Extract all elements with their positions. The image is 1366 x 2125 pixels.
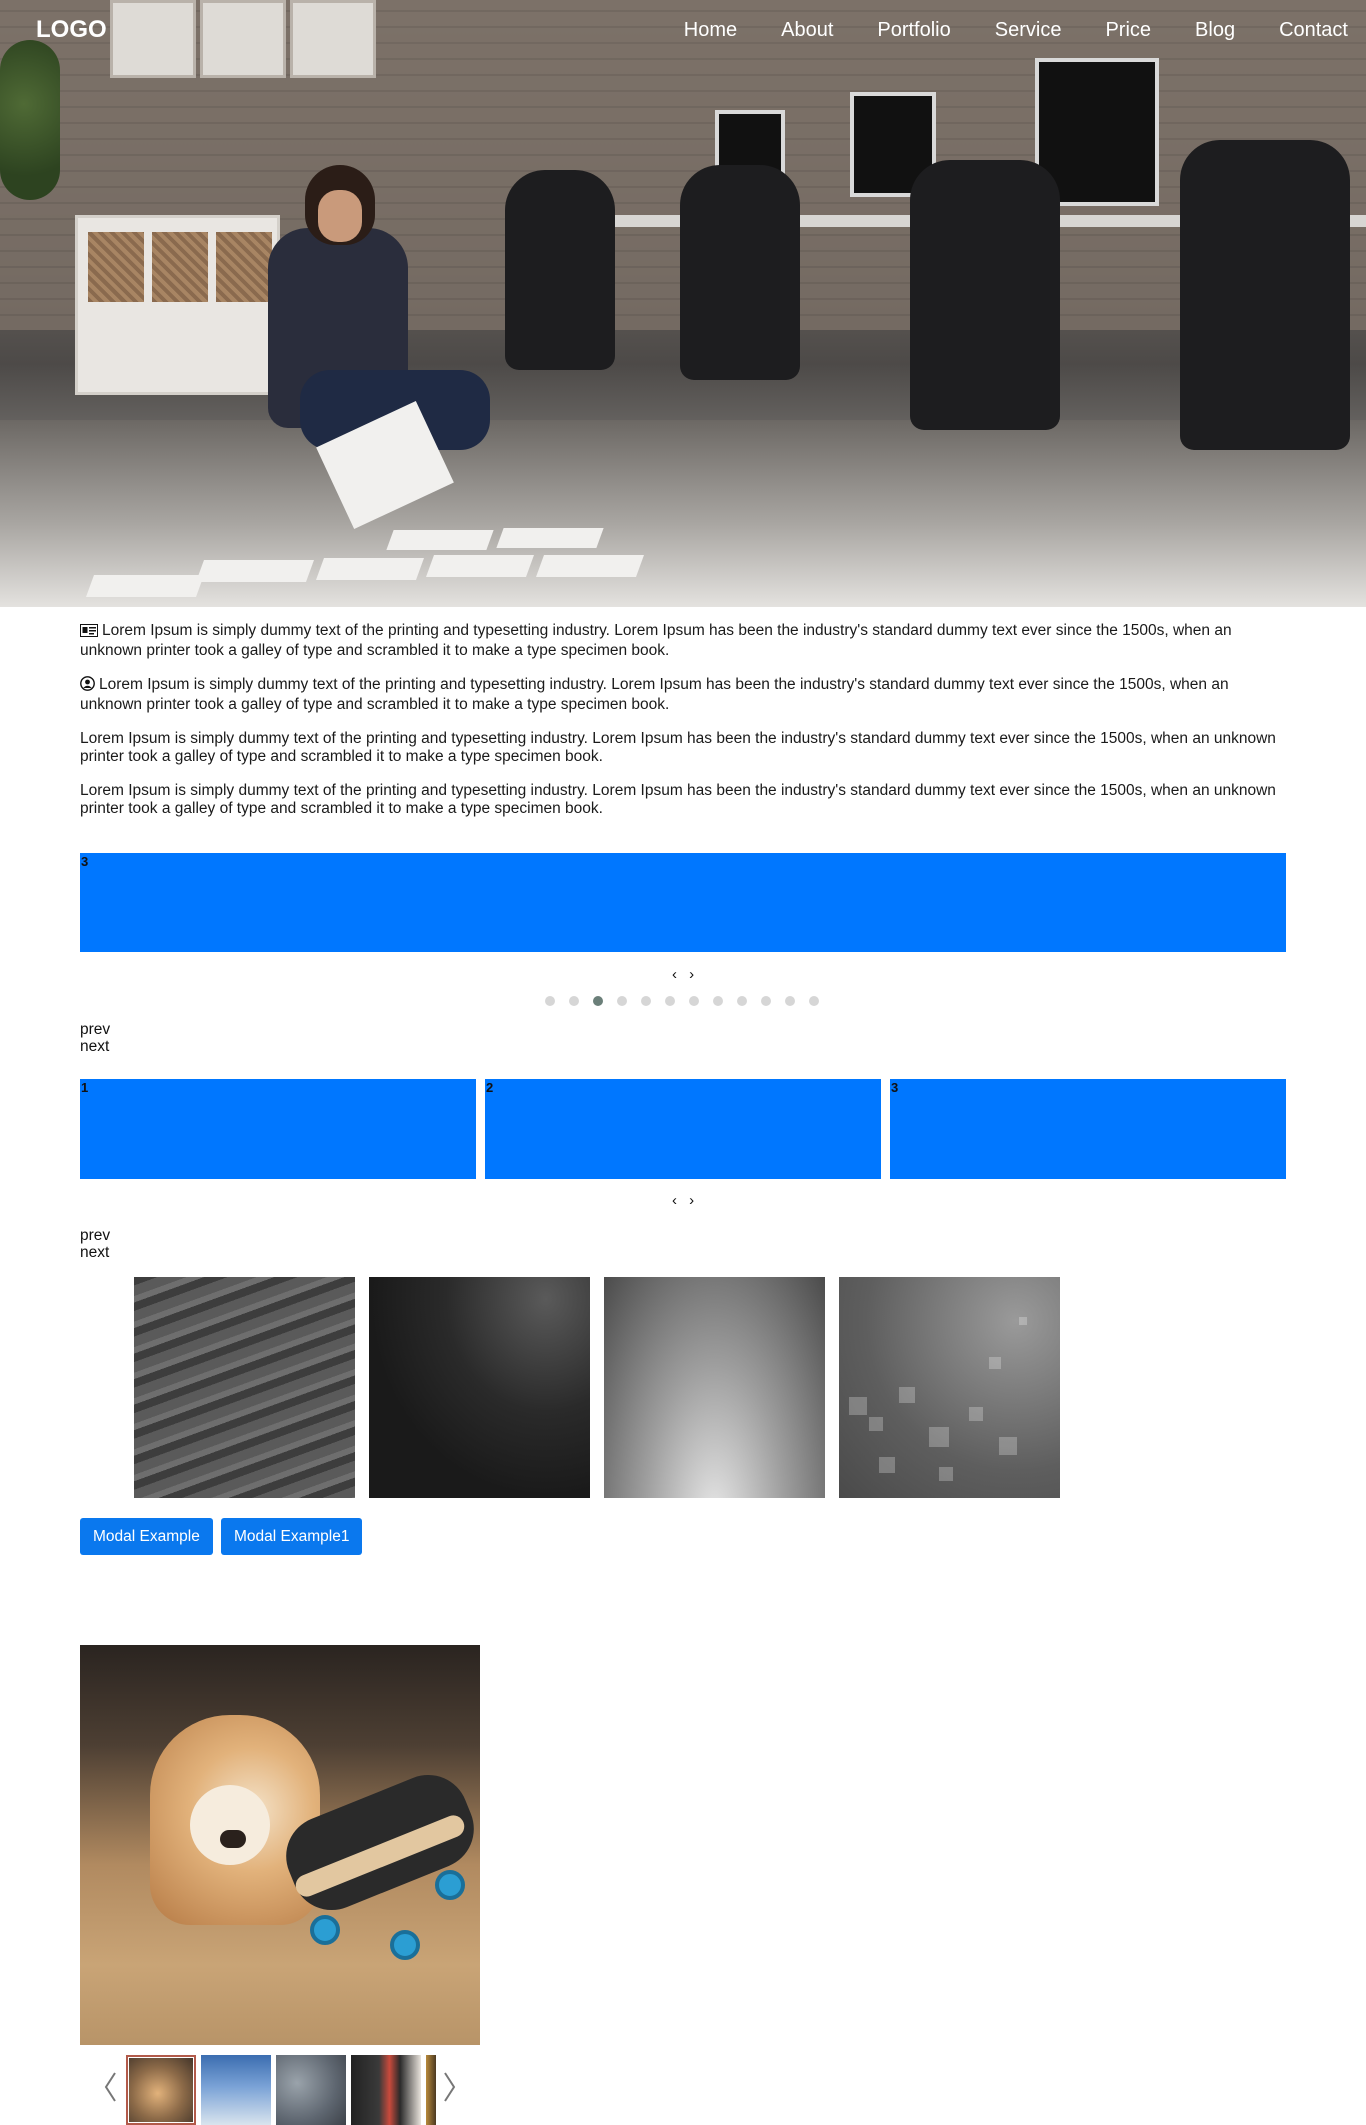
gallery-image[interactable] [604, 1277, 825, 1498]
carousel-dot[interactable] [713, 996, 723, 1006]
logo[interactable]: LOGO [36, 16, 107, 44]
carousel-dot[interactable] [593, 996, 603, 1006]
carousel-dot[interactable] [617, 996, 627, 1006]
hero-paper [85, 575, 205, 597]
slide-number: 1 [81, 1080, 89, 1095]
nav-item-about[interactable]: About [759, 19, 855, 42]
hero-chair [910, 160, 1060, 430]
paragraph-text: Lorem Ipsum is simply dummy text of the … [80, 782, 1276, 817]
thumbnail-strip [80, 2053, 480, 2125]
hero-chair [505, 170, 615, 370]
carousel-dot[interactable] [665, 996, 675, 1006]
carousel-arrows[interactable]: ‹ › [672, 966, 698, 983]
modal-example-button[interactable]: Modal Example [80, 1518, 213, 1555]
thumbnail-4[interactable] [351, 2055, 421, 2125]
carousel-arrows[interactable]: ‹ › [672, 1192, 698, 1209]
bulldog-nose [220, 1830, 246, 1848]
nav-item-contact[interactable]: Contact [1257, 19, 1348, 42]
carousel-prev-next: prev next [80, 1021, 110, 1055]
paragraph: Lorem Ipsum is simply dummy text of the … [80, 622, 1286, 660]
thumbnail-5[interactable] [426, 2055, 436, 2125]
carousel-dot[interactable] [785, 996, 795, 1006]
prev-link[interactable]: prev [80, 1021, 110, 1038]
prev-link[interactable]: prev [80, 1227, 110, 1244]
nav-menu: Home About Portfolio Service Price Blog … [662, 19, 1348, 42]
carousel-slide[interactable]: 3 [890, 1079, 1286, 1179]
nav-item-price[interactable]: Price [1083, 19, 1173, 42]
hero-paper [496, 528, 604, 548]
top-navigation: LOGO Home About Portfolio Service Price … [0, 0, 1366, 62]
text-section: Lorem Ipsum is simply dummy text of the … [80, 622, 1286, 834]
skateboard-wheel [310, 1915, 340, 1945]
hero-paper [425, 555, 535, 577]
nav-item-portfolio[interactable]: Portfolio [855, 19, 972, 42]
image-gallery [134, 1277, 1060, 1498]
hero-person-face [318, 190, 362, 242]
user-circle-icon [80, 676, 95, 696]
slide-number: 3 [81, 854, 89, 869]
modal-example1-button[interactable]: Modal Example1 [221, 1518, 363, 1555]
paragraph: Lorem Ipsum is simply dummy text of the … [80, 730, 1286, 766]
next-link[interactable]: next [80, 1244, 110, 1261]
next-link[interactable]: next [80, 1038, 110, 1055]
slide-number: 3 [891, 1080, 899, 1095]
gallery-image[interactable] [134, 1277, 355, 1498]
carousel-dot[interactable] [689, 996, 699, 1006]
bulldog-face [190, 1785, 270, 1865]
gallery-image[interactable] [839, 1277, 1060, 1498]
hero-chair [680, 165, 800, 380]
paragraph: Lorem Ipsum is simply dummy text of the … [80, 676, 1286, 714]
nav-item-home[interactable]: Home [662, 19, 759, 42]
skateboard-wheel [390, 1930, 420, 1960]
hero-chair [1180, 140, 1350, 450]
paragraph-text: Lorem Ipsum is simply dummy text of the … [80, 622, 1232, 659]
main-product-image[interactable] [80, 1645, 480, 2045]
gallery-image[interactable] [369, 1277, 590, 1498]
carousel-prev-next: prev next [80, 1227, 110, 1261]
carousel-dot[interactable] [809, 996, 819, 1006]
hero-paper [386, 530, 494, 550]
carousel-dot[interactable] [761, 996, 771, 1006]
hero-paper [535, 555, 645, 577]
thumbnail-3[interactable] [276, 2055, 346, 2125]
carousel-dot[interactable] [569, 996, 579, 1006]
slide-number: 2 [486, 1080, 494, 1095]
carousel-dot[interactable] [545, 996, 555, 1006]
paragraph-text: Lorem Ipsum is simply dummy text of the … [80, 676, 1229, 713]
paragraph: Lorem Ipsum is simply dummy text of the … [80, 782, 1286, 818]
id-card-icon [80, 624, 98, 642]
hero-plant [0, 40, 60, 200]
nav-item-blog[interactable]: Blog [1173, 19, 1257, 42]
nav-item-service[interactable]: Service [973, 19, 1084, 42]
carousel-dot[interactable] [641, 996, 651, 1006]
hero-paper [195, 560, 315, 582]
hero-shelf [75, 215, 280, 395]
carousel-dots [545, 996, 819, 1006]
paragraph-text: Lorem Ipsum is simply dummy text of the … [80, 730, 1276, 765]
chevron-left-icon[interactable] [102, 2067, 120, 2107]
multi-carousel: 1 2 3 [80, 1079, 1286, 1179]
carousel-slide[interactable]: 3 [80, 853, 1286, 952]
carousel-slide[interactable]: 1 [80, 1079, 476, 1179]
hero-paper [315, 558, 425, 580]
chevron-right-icon[interactable] [440, 2067, 458, 2107]
skateboard-wheel [435, 1870, 465, 1900]
hero-banner [0, 0, 1366, 607]
carousel-dot[interactable] [737, 996, 747, 1006]
thumbnail-2[interactable] [201, 2055, 271, 2125]
carousel-slide[interactable]: 2 [485, 1079, 881, 1179]
thumbnail-1[interactable] [126, 2055, 196, 2125]
